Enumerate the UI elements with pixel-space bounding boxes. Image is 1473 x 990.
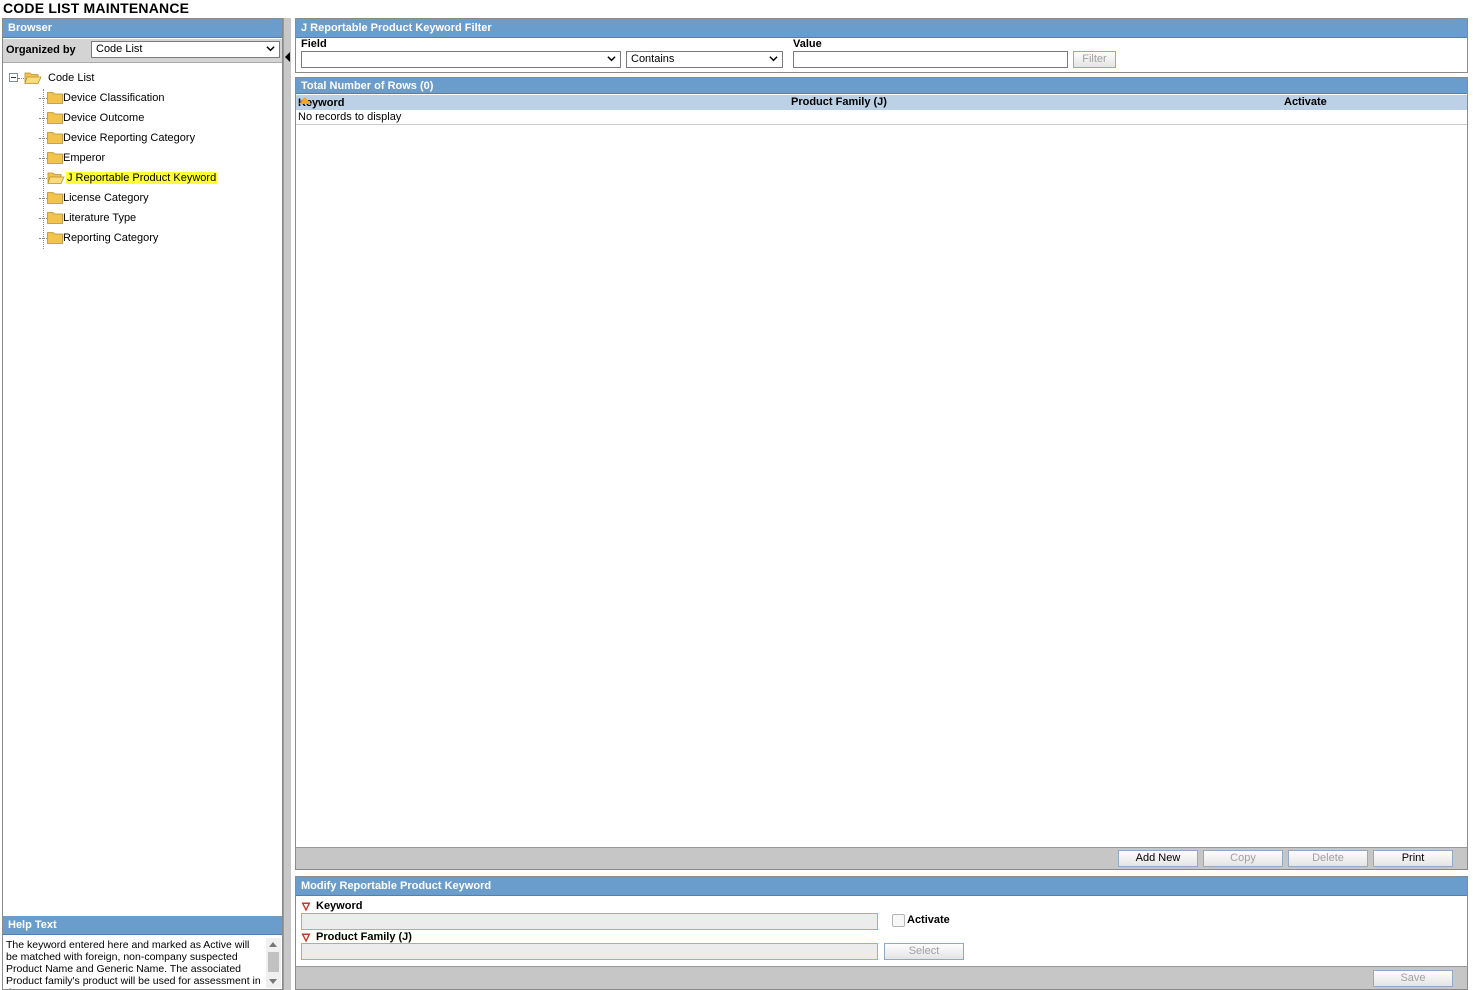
organized-by-row: Organized by Code List bbox=[3, 39, 282, 63]
filter-button[interactable]: Filter bbox=[1073, 51, 1116, 68]
tree-item-j-reportable-product-keyword[interactable]: J Reportable Product Keyword bbox=[39, 171, 239, 187]
tree-item-device-classification[interactable]: Device Classification bbox=[39, 91, 199, 107]
modify-title: Modify Reportable Product Keyword bbox=[296, 877, 1467, 896]
panel-splitter[interactable] bbox=[283, 18, 291, 990]
product-family-input[interactable] bbox=[301, 943, 878, 960]
tree-item-emperor[interactable]: Emperor bbox=[39, 151, 159, 167]
folder-icon bbox=[47, 112, 63, 124]
tree-item-label: Device Reporting Category bbox=[63, 132, 196, 144]
column-header-activate[interactable]: Activate bbox=[1284, 96, 1327, 108]
results-grid-panel: Total Number of Rows (0) Keyword Product… bbox=[295, 77, 1468, 870]
tree-item-label: Device Outcome bbox=[63, 112, 145, 124]
filter-title: J Reportable Product Keyword Filter bbox=[296, 19, 1467, 38]
tree-item-device-reporting-category[interactable]: Device Reporting Category bbox=[39, 131, 219, 147]
grid-divider bbox=[296, 124, 1467, 125]
empty-grid-message: No records to display bbox=[298, 111, 402, 123]
folder-open-icon bbox=[47, 172, 65, 184]
organized-by-label: Organized by bbox=[6, 44, 76, 56]
tree-item-literature-type[interactable]: Literature Type bbox=[39, 211, 179, 227]
column-header-product-family[interactable]: Product Family (J) bbox=[791, 96, 887, 108]
browser-panel: Browser Organized by Code List Code List… bbox=[2, 18, 283, 990]
folder-icon bbox=[47, 132, 63, 144]
filter-panel: J Reportable Product Keyword Filter Fiel… bbox=[295, 18, 1468, 73]
folder-icon bbox=[47, 192, 63, 204]
folder-open-icon bbox=[24, 72, 42, 84]
folder-icon bbox=[47, 152, 63, 164]
help-text-body: The keyword entered here and marked as A… bbox=[6, 939, 261, 989]
sort-ascending-icon bbox=[299, 97, 311, 104]
tree-item-label-selected: J Reportable Product Keyword bbox=[66, 172, 218, 184]
collapse-left-icon[interactable] bbox=[285, 52, 290, 62]
folder-icon bbox=[47, 212, 63, 224]
activate-label: Activate bbox=[907, 914, 950, 926]
tree-item-device-outcome[interactable]: Device Outcome bbox=[39, 111, 199, 127]
value-input[interactable] bbox=[793, 51, 1068, 68]
save-button[interactable]: Save bbox=[1373, 970, 1453, 987]
tree-root[interactable]: Code List bbox=[9, 71, 109, 87]
grid-header: Keyword Product Family (J) Activate bbox=[296, 95, 1467, 110]
folder-icon bbox=[47, 232, 63, 244]
chevron-down-icon bbox=[769, 56, 778, 62]
delete-button[interactable]: Delete bbox=[1288, 850, 1368, 867]
help-scrollbar[interactable] bbox=[266, 938, 281, 988]
help-text-title: Help Text bbox=[3, 916, 282, 935]
field-label: Field bbox=[301, 38, 327, 50]
chevron-down-icon bbox=[607, 56, 616, 62]
tree-item-label: Device Classification bbox=[63, 92, 165, 104]
browser-title: Browser bbox=[3, 19, 282, 38]
organized-by-value: Code List bbox=[96, 43, 143, 55]
operator-select-value: Contains bbox=[631, 53, 675, 65]
page-title: CODE LIST MAINTENANCE bbox=[3, 0, 190, 16]
copy-button[interactable]: Copy bbox=[1203, 850, 1283, 867]
collapse-icon[interactable] bbox=[9, 73, 18, 82]
tree-root-label: Code List bbox=[48, 72, 95, 84]
scroll-down-icon[interactable] bbox=[269, 979, 277, 984]
add-new-button[interactable]: Add New bbox=[1118, 850, 1198, 867]
keyword-input[interactable] bbox=[301, 913, 878, 930]
field-select[interactable] bbox=[301, 51, 621, 68]
activate-checkbox[interactable] bbox=[892, 914, 905, 927]
modify-panel: Modify Reportable Product Keyword Keywor… bbox=[295, 876, 1468, 990]
tree-item-license-category[interactable]: License Category bbox=[39, 191, 179, 207]
tree-item-label: License Category bbox=[63, 192, 149, 204]
product-family-label: Product Family (J) bbox=[316, 931, 412, 943]
tree-item-label: Reporting Category bbox=[63, 232, 159, 244]
required-flag-icon bbox=[301, 933, 311, 943]
tree-item-reporting-category[interactable]: Reporting Category bbox=[39, 231, 189, 247]
select-button[interactable]: Select bbox=[884, 943, 964, 960]
scroll-thumb[interactable] bbox=[268, 952, 279, 972]
tree-item-label: Emperor bbox=[63, 152, 106, 164]
organized-by-select[interactable]: Code List bbox=[91, 41, 280, 58]
tree-item-label: Literature Type bbox=[63, 212, 137, 224]
folder-icon bbox=[47, 92, 63, 104]
required-flag-icon bbox=[301, 902, 311, 912]
modify-toolbar: Save bbox=[296, 966, 1467, 989]
grid-toolbar: Add New Copy Delete Print bbox=[296, 847, 1467, 869]
keyword-label: Keyword bbox=[316, 900, 363, 912]
operator-select[interactable]: Contains bbox=[626, 51, 783, 68]
grid-title: Total Number of Rows (0) bbox=[296, 78, 1467, 94]
chevron-down-icon bbox=[266, 46, 275, 52]
scroll-up-icon[interactable] bbox=[269, 942, 277, 947]
print-button[interactable]: Print bbox=[1373, 850, 1453, 867]
value-label: Value bbox=[793, 38, 822, 50]
